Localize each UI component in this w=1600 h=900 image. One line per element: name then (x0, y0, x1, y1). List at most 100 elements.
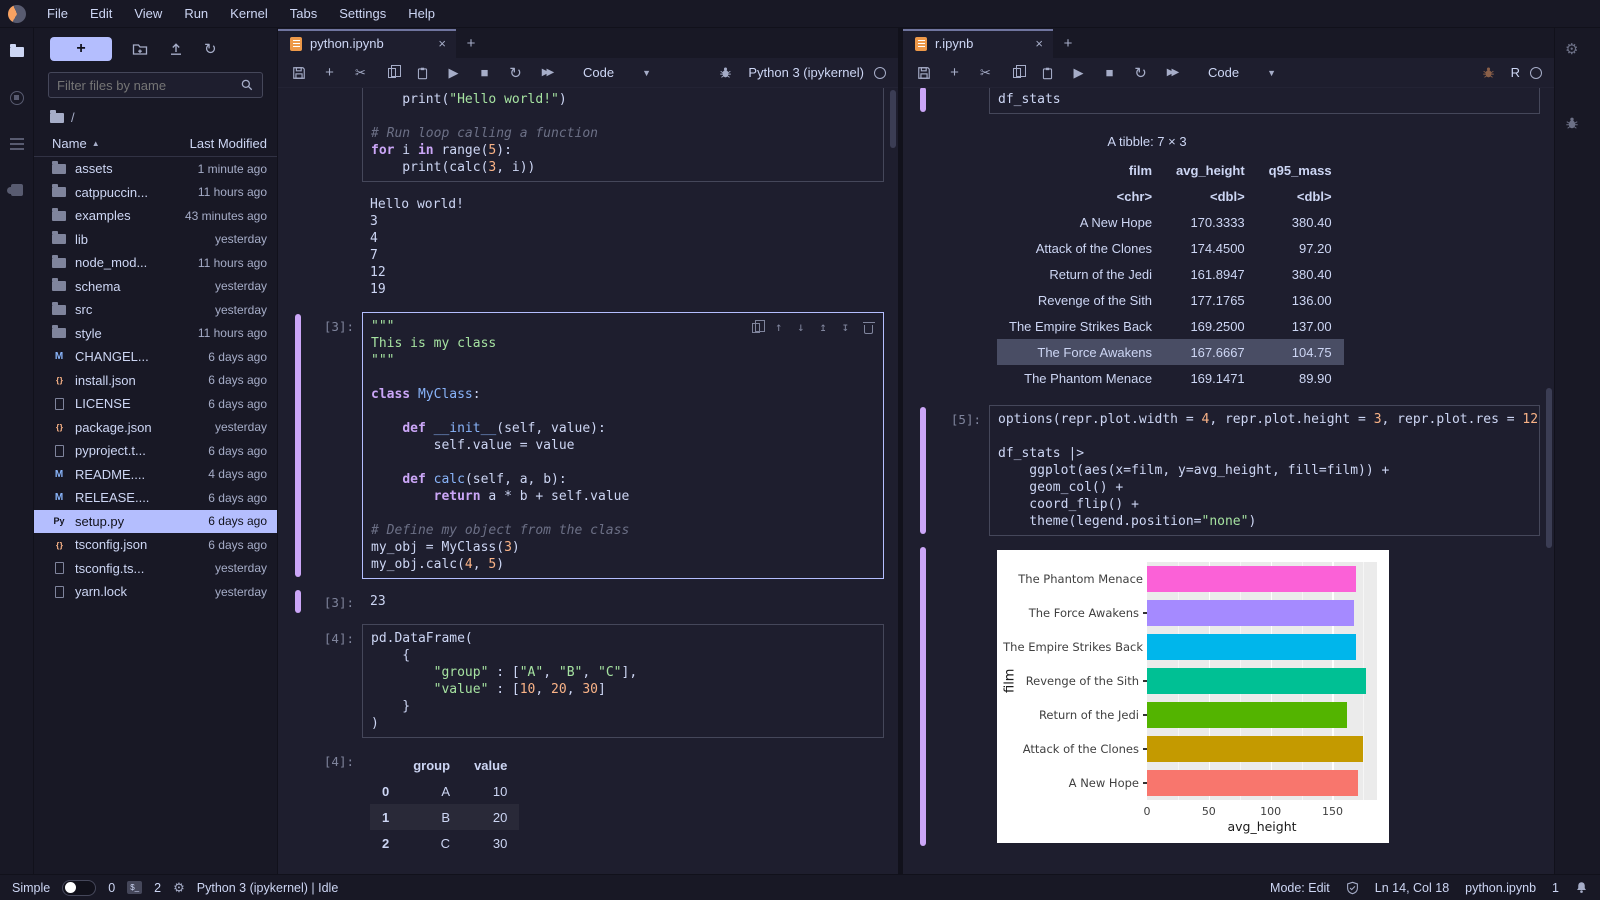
menu-kernel[interactable]: Kernel (219, 0, 279, 27)
delete-cell-icon[interactable] (862, 321, 875, 334)
extensions-icon[interactable] (6, 182, 27, 198)
kernel-selector[interactable]: Python 3 (ipykernel) (748, 65, 886, 80)
notification-count[interactable]: 1 (1552, 881, 1559, 895)
menu-run[interactable]: Run (173, 0, 219, 27)
paste-icon[interactable] (414, 63, 431, 83)
tibble-row-selected[interactable]: The Force Awakens 167.6667 104.75 (997, 339, 1344, 365)
kernels-count[interactable]: 2 (154, 881, 161, 895)
file-row[interactable]: style 11 hours ago (34, 322, 277, 346)
code-editor[interactable]: print("Hello world!") # Run loop calling… (362, 88, 884, 182)
code-cell[interactable]: [5]: options(repr.plot.width = 4, repr.p… (903, 405, 1540, 536)
cut-icon[interactable]: ✂ (977, 63, 994, 83)
table-of-contents-icon[interactable] (7, 136, 27, 152)
save-icon[interactable] (290, 63, 307, 83)
restart-kernel-icon[interactable]: ↻ (1132, 63, 1149, 83)
code-editor[interactable]: options(repr.plot.width = 4, repr.plot.h… (989, 405, 1540, 536)
file-row[interactable]: package.json yesterday (34, 416, 277, 440)
run-all-icon[interactable]: ▶▶ (538, 63, 555, 83)
file-row[interactable]: assets 1 minute ago (34, 157, 277, 181)
debugger-bug-icon[interactable] (1480, 63, 1497, 83)
file-row-selected[interactable]: setup.py 6 days ago (34, 509, 277, 533)
file-row[interactable]: yarn.lock yesterday (34, 580, 277, 604)
upload-icon[interactable] (168, 41, 184, 57)
code-cell[interactable]: df_stats (903, 88, 1540, 114)
menu-help[interactable]: Help (397, 0, 446, 27)
file-browser-icon[interactable] (7, 44, 27, 60)
running-sessions-icon[interactable] (7, 90, 27, 106)
duplicate-cell-icon[interactable] (752, 319, 766, 333)
tab-r-ipynb[interactable]: r.ipynb × (903, 29, 1053, 58)
kernel-status-text[interactable]: Python 3 (ipykernel) | Idle (197, 881, 339, 895)
terminals-count[interactable]: 0 (108, 881, 115, 895)
save-icon[interactable] (915, 63, 932, 83)
file-row[interactable]: src yesterday (34, 298, 277, 322)
bell-icon[interactable] (1575, 881, 1588, 894)
file-row[interactable]: tsconfig.json 6 days ago (34, 533, 277, 557)
file-row[interactable]: examples 43 minutes ago (34, 204, 277, 228)
menu-edit[interactable]: Edit (79, 0, 123, 27)
code-cell[interactable]: print("Hello world!") # Run loop calling… (278, 88, 884, 182)
refresh-icon[interactable]: ↻ (204, 40, 217, 58)
interrupt-icon[interactable]: ■ (476, 63, 493, 83)
file-row[interactable]: catppuccin... 11 hours ago (34, 181, 277, 205)
tab-python-ipynb[interactable]: python.ipynb × (278, 29, 456, 58)
scrollbar-thumb[interactable] (890, 90, 896, 148)
copy-icon[interactable] (1008, 63, 1026, 83)
file-row[interactable]: lib yesterday (34, 228, 277, 252)
file-row[interactable]: LICENSE 6 days ago (34, 392, 277, 416)
file-row[interactable]: node_mod... 11 hours ago (34, 251, 277, 275)
run-icon[interactable]: ▶ (445, 63, 462, 83)
new-folder-icon[interactable] (132, 41, 148, 57)
move-cell-up-icon[interactable]: ↑ (775, 319, 782, 336)
column-name-header[interactable]: Name (52, 136, 87, 151)
close-tab-icon[interactable]: × (1035, 36, 1043, 51)
debugger-sidebar-icon[interactable] (1565, 116, 1600, 130)
menu-file[interactable]: File (36, 0, 79, 27)
tibble-row[interactable]: Return of the Jedi 161.8947 380.40 (997, 261, 1344, 287)
cell-collapser[interactable] (295, 314, 301, 577)
copy-icon[interactable] (383, 63, 401, 83)
run-icon[interactable]: ▶ (1070, 63, 1087, 83)
menu-view[interactable]: View (123, 0, 173, 27)
file-row[interactable]: CHANGEL... 6 days ago (34, 345, 277, 369)
simple-mode-toggle[interactable] (62, 879, 97, 896)
root-folder-icon[interactable] (50, 109, 64, 123)
menu-tabs[interactable]: Tabs (279, 0, 328, 27)
restart-kernel-icon[interactable]: ↻ (507, 63, 524, 83)
run-all-icon[interactable]: ▶▶ (1163, 63, 1180, 83)
tibble-row[interactable]: Attack of the Clones 174.4500 97.20 (997, 235, 1344, 261)
tibble-row[interactable]: The Phantom Menace 169.1471 89.90 (997, 365, 1344, 391)
cursor-position[interactable]: Ln 14, Col 18 (1375, 881, 1449, 895)
tibble-row[interactable]: A New Hope 170.3333 380.40 (997, 209, 1344, 235)
mode-indicator[interactable]: Mode: Edit (1270, 881, 1330, 895)
cell-collapser[interactable] (920, 88, 926, 112)
menu-settings[interactable]: Settings (328, 0, 397, 27)
debugger-bug-icon[interactable] (717, 63, 734, 83)
file-row[interactable]: RELEASE.... 6 days ago (34, 486, 277, 510)
file-row[interactable]: schema yesterday (34, 275, 277, 299)
insert-cell-icon[interactable]: + (946, 63, 963, 83)
insert-cell-below-icon[interactable]: ↧ (842, 319, 849, 336)
column-modified-header[interactable]: Last Modified (190, 136, 267, 151)
file-row[interactable]: pyproject.t... 6 days ago (34, 439, 277, 463)
active-file-name[interactable]: python.ipynb (1465, 881, 1536, 895)
file-row[interactable]: tsconfig.ts... yesterday (34, 557, 277, 581)
insert-cell-icon[interactable]: + (321, 63, 338, 83)
paste-icon[interactable] (1039, 63, 1056, 83)
breadcrumb-root[interactable]: / (71, 110, 75, 125)
code-editor[interactable]: df_stats (989, 88, 1540, 114)
code-editor[interactable]: pd.DataFrame( { "group" : ["A", "B", "C"… (362, 624, 884, 738)
code-editor[interactable]: """ This is my class """ class MyClass: de… (362, 312, 884, 579)
scrollbar-thumb[interactable] (1546, 388, 1552, 548)
app-logo-icon[interactable] (8, 4, 26, 23)
kernel-selector[interactable]: R (1511, 65, 1542, 80)
interrupt-icon[interactable]: ■ (1101, 63, 1118, 83)
output-collapser[interactable] (295, 590, 301, 613)
tibble-row[interactable]: The Empire Strikes Back 169.2500 137.00 (997, 313, 1344, 339)
move-cell-down-icon[interactable]: ↓ (797, 319, 804, 336)
new-launcher-button[interactable]: + (50, 37, 112, 61)
output-collapser[interactable] (920, 547, 926, 846)
file-filter-input[interactable] (57, 77, 234, 93)
property-inspector-icon[interactable]: ⚙ (1565, 40, 1600, 58)
code-cell-active[interactable]: [3]: """ This is my class """ class MyClas… (278, 312, 884, 579)
